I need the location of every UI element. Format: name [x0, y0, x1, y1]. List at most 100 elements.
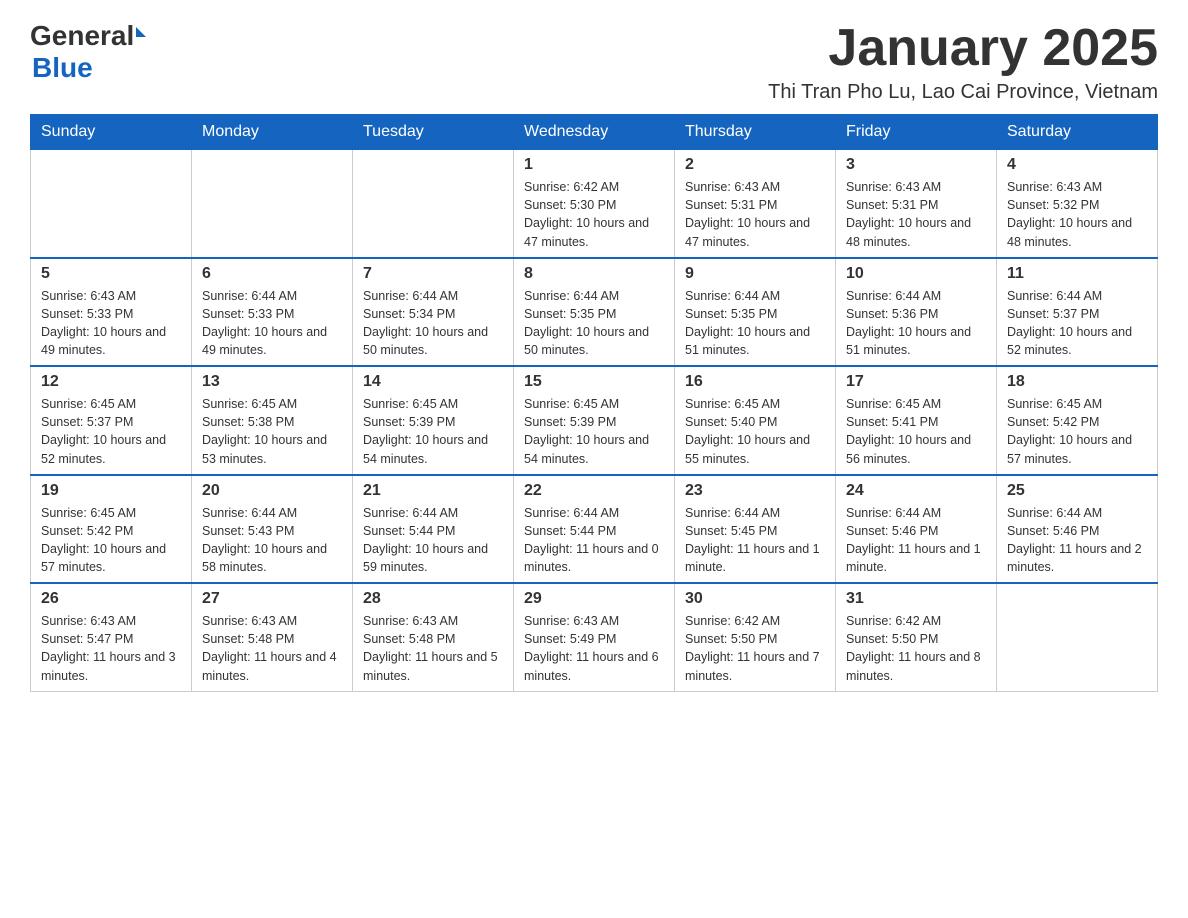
calendar-cell: 30Sunrise: 6:42 AM Sunset: 5:50 PM Dayli… — [675, 583, 836, 691]
weekday-header-thursday: Thursday — [675, 115, 836, 150]
day-number: 13 — [202, 373, 342, 391]
day-info: Sunrise: 6:43 AM Sunset: 5:48 PM Dayligh… — [202, 612, 342, 685]
calendar-table: SundayMondayTuesdayWednesdayThursdayFrid… — [30, 114, 1158, 692]
day-number: 19 — [41, 482, 181, 500]
calendar-cell: 29 Sunrise: 6:43 AM Sunset: 5:49 PM Dayli… — [514, 583, 675, 691]
calendar-cell: 21Sunrise: 6:44 AM Sunset: 5:44 PM Dayli… — [353, 475, 514, 584]
day-info: Sunrise: 6:45 AM Sunset: 5:42 PM Dayligh… — [41, 504, 181, 577]
day-info: Sunrise: 6:42 AM Sunset: 5:30 PM Dayligh… — [524, 178, 664, 251]
calendar-cell: 3 Sunrise: 6:43 AM Sunset: 5:31 PM Daylig… — [836, 150, 997, 258]
calendar-cell — [997, 583, 1158, 691]
day-number: 3 — [846, 156, 986, 174]
calendar-cell: 7Sunrise: 6:44 AM Sunset: 5:34 PM Daylig… — [353, 258, 514, 367]
calendar-cell: 27 Sunrise: 6:43 AM Sunset: 5:48 PM Dayli… — [192, 583, 353, 691]
calendar-cell: 20 Sunrise: 6:44 AM Sunset: 5:43 PM Dayli… — [192, 475, 353, 584]
day-info: Sunrise: 6:45 AM Sunset: 5:41 PM Dayligh… — [846, 395, 986, 468]
day-info: Sunrise: 6:43 AM Sunset: 5:47 PM Dayligh… — [41, 612, 181, 685]
day-number: 29 — [524, 590, 664, 608]
day-info: Sunrise: 6:43 AM Sunset: 5:49 PM Dayligh… — [524, 612, 664, 685]
calendar-cell: 5 Sunrise: 6:43 AM Sunset: 5:33 PM Daylig… — [31, 258, 192, 367]
calendar-cell: 2 Sunrise: 6:43 AM Sunset: 5:31 PM Daylig… — [675, 150, 836, 258]
day-info: Sunrise: 6:45 AM Sunset: 5:39 PM Dayligh… — [363, 395, 503, 468]
title-block: January 2025 Thi Tran Pho Lu, Lao Cai Pr… — [768, 20, 1158, 104]
day-info: Sunrise: 6:44 AM Sunset: 5:43 PM Dayligh… — [202, 504, 342, 577]
day-number: 5 — [41, 265, 181, 283]
calendar-cell: 19 Sunrise: 6:45 AM Sunset: 5:42 PM Dayli… — [31, 475, 192, 584]
weekday-header-tuesday: Tuesday — [353, 115, 514, 150]
calendar-cell: 17 Sunrise: 6:45 AM Sunset: 5:41 PM Dayli… — [836, 366, 997, 475]
day-number: 4 — [1007, 156, 1147, 174]
location-title: Thi Tran Pho Lu, Lao Cai Province, Vietn… — [768, 81, 1158, 104]
day-number: 9 — [685, 265, 825, 283]
calendar-cell: 16 Sunrise: 6:45 AM Sunset: 5:40 PM Dayli… — [675, 366, 836, 475]
day-number: 12 — [41, 373, 181, 391]
day-info: Sunrise: 6:45 AM Sunset: 5:39 PM Dayligh… — [524, 395, 664, 468]
day-number: 2 — [685, 156, 825, 174]
logo-triangle-icon — [136, 27, 146, 37]
calendar-cell: 6 Sunrise: 6:44 AM Sunset: 5:33 PM Daylig… — [192, 258, 353, 367]
calendar-cell — [353, 150, 514, 258]
calendar-cell: 10 Sunrise: 6:44 AM Sunset: 5:36 PM Dayli… — [836, 258, 997, 367]
calendar-cell — [192, 150, 353, 258]
day-number: 17 — [846, 373, 986, 391]
calendar-cell: 26 Sunrise: 6:43 AM Sunset: 5:47 PM Dayli… — [31, 583, 192, 691]
calendar-cell: 14 Sunrise: 6:45 AM Sunset: 5:39 PM Dayli… — [353, 366, 514, 475]
logo-general: General — [30, 20, 134, 52]
day-number: 27 — [202, 590, 342, 608]
calendar-cell: 9 Sunrise: 6:44 AM Sunset: 5:35 PM Daylig… — [675, 258, 836, 367]
day-number: 14 — [363, 373, 503, 391]
calendar-cell: 12 Sunrise: 6:45 AM Sunset: 5:37 PM Dayli… — [31, 366, 192, 475]
calendar-header-row: SundayMondayTuesdayWednesdayThursdayFrid… — [31, 115, 1158, 150]
weekday-header-saturday: Saturday — [997, 115, 1158, 150]
day-info: Sunrise: 6:43 AM Sunset: 5:31 PM Dayligh… — [846, 178, 986, 251]
day-info: Sunrise: 6:44 AM Sunset: 5:46 PM Dayligh… — [846, 504, 986, 577]
day-number: 21 — [363, 482, 503, 500]
calendar-cell: 13 Sunrise: 6:45 AM Sunset: 5:38 PM Dayli… — [192, 366, 353, 475]
day-info: Sunrise: 6:44 AM Sunset: 5:36 PM Dayligh… — [846, 287, 986, 360]
day-info: Sunrise: 6:43 AM Sunset: 5:33 PM Dayligh… — [41, 287, 181, 360]
day-number: 1 — [524, 156, 664, 174]
day-number: 23 — [685, 482, 825, 500]
day-info: Sunrise: 6:44 AM Sunset: 5:35 PM Dayligh… — [685, 287, 825, 360]
day-info: Sunrise: 6:44 AM Sunset: 5:35 PM Dayligh… — [524, 287, 664, 360]
day-info: Sunrise: 6:44 AM Sunset: 5:45 PM Dayligh… — [685, 504, 825, 577]
calendar-cell — [31, 150, 192, 258]
day-info: Sunrise: 6:45 AM Sunset: 5:37 PM Dayligh… — [41, 395, 181, 468]
day-info: Sunrise: 6:43 AM Sunset: 5:31 PM Dayligh… — [685, 178, 825, 251]
calendar-week-row: 12 Sunrise: 6:45 AM Sunset: 5:37 PM Dayli… — [31, 366, 1158, 475]
day-info: Sunrise: 6:45 AM Sunset: 5:40 PM Dayligh… — [685, 395, 825, 468]
day-number: 10 — [846, 265, 986, 283]
day-number: 20 — [202, 482, 342, 500]
logo-blue: Blue — [32, 52, 93, 83]
calendar-cell: 15Sunrise: 6:45 AM Sunset: 5:39 PM Dayli… — [514, 366, 675, 475]
calendar-cell: 31 Sunrise: 6:42 AM Sunset: 5:50 PM Dayli… — [836, 583, 997, 691]
calendar-cell: 23 Sunrise: 6:44 AM Sunset: 5:45 PM Dayli… — [675, 475, 836, 584]
calendar-cell: 18Sunrise: 6:45 AM Sunset: 5:42 PM Dayli… — [997, 366, 1158, 475]
day-info: Sunrise: 6:44 AM Sunset: 5:44 PM Dayligh… — [524, 504, 664, 577]
calendar-week-row: 5 Sunrise: 6:43 AM Sunset: 5:33 PM Daylig… — [31, 258, 1158, 367]
calendar-cell: 22 Sunrise: 6:44 AM Sunset: 5:44 PM Dayli… — [514, 475, 675, 584]
day-number: 7 — [363, 265, 503, 283]
weekday-header-friday: Friday — [836, 115, 997, 150]
day-info: Sunrise: 6:42 AM Sunset: 5:50 PM Dayligh… — [685, 612, 825, 685]
weekday-header-monday: Monday — [192, 115, 353, 150]
logo: General Blue — [30, 20, 146, 84]
day-number: 31 — [846, 590, 986, 608]
weekday-header-wednesday: Wednesday — [514, 115, 675, 150]
page-header: General Blue January 2025 Thi Tran Pho L… — [30, 20, 1158, 104]
day-number: 8 — [524, 265, 664, 283]
calendar-week-row: 1 Sunrise: 6:42 AM Sunset: 5:30 PM Daylig… — [31, 150, 1158, 258]
day-number: 22 — [524, 482, 664, 500]
day-info: Sunrise: 6:44 AM Sunset: 5:33 PM Dayligh… — [202, 287, 342, 360]
calendar-cell: 8 Sunrise: 6:44 AM Sunset: 5:35 PM Daylig… — [514, 258, 675, 367]
calendar-week-row: 26 Sunrise: 6:43 AM Sunset: 5:47 PM Dayli… — [31, 583, 1158, 691]
calendar-cell: 25Sunrise: 6:44 AM Sunset: 5:46 PM Dayli… — [997, 475, 1158, 584]
calendar-cell: 28Sunrise: 6:43 AM Sunset: 5:48 PM Dayli… — [353, 583, 514, 691]
day-info: Sunrise: 6:42 AM Sunset: 5:50 PM Dayligh… — [846, 612, 986, 685]
day-info: Sunrise: 6:45 AM Sunset: 5:38 PM Dayligh… — [202, 395, 342, 468]
day-number: 16 — [685, 373, 825, 391]
day-number: 26 — [41, 590, 181, 608]
day-number: 28 — [363, 590, 503, 608]
day-number: 6 — [202, 265, 342, 283]
day-info: Sunrise: 6:44 AM Sunset: 5:37 PM Dayligh… — [1007, 287, 1147, 360]
